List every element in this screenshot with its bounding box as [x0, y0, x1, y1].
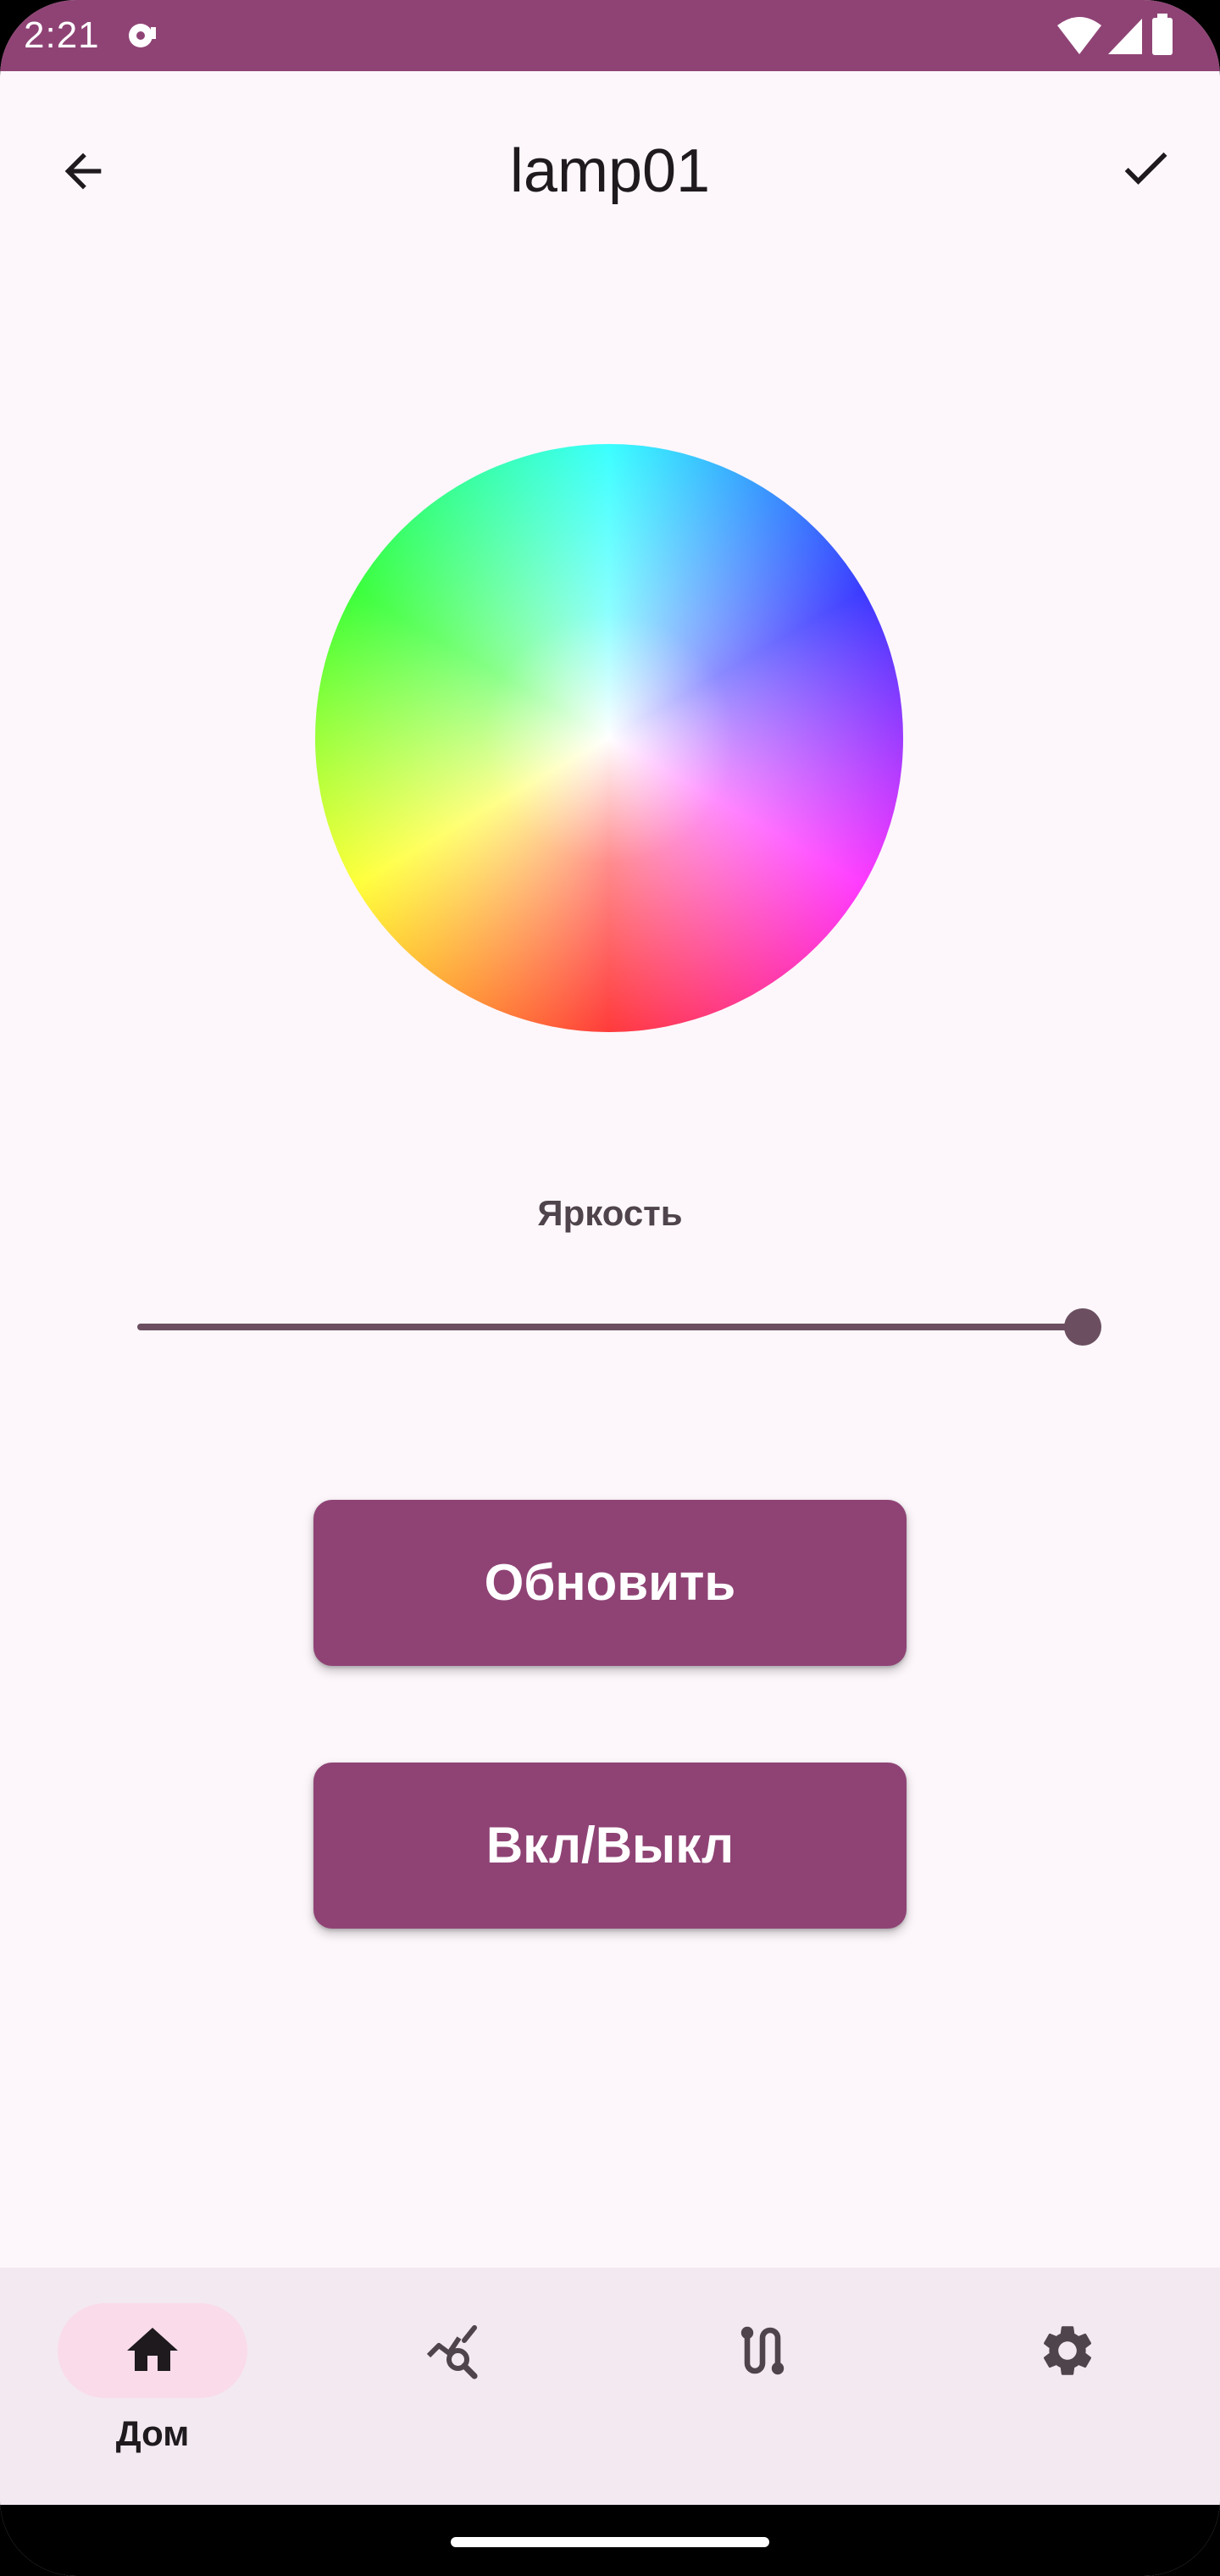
chart-search-icon [426, 2325, 478, 2379]
slider-thumb[interactable] [1064, 1308, 1101, 1346]
brightness-slider[interactable] [137, 1305, 1108, 1349]
media-icon [129, 24, 156, 47]
nav-label-home: Дом [115, 2413, 190, 2453]
nav-item-routes[interactable] [610, 2268, 915, 2505]
color-wheel[interactable] [315, 444, 903, 1032]
gear-icon [1043, 2326, 1092, 2375]
confirm-button[interactable] [1110, 132, 1181, 203]
status-time: 2:21 [24, 14, 100, 56]
color-wheel-saturation [315, 444, 903, 1032]
nav-item-home[interactable]: Дом [0, 2268, 305, 2505]
nav-item-settings[interactable] [915, 2268, 1220, 2505]
update-button[interactable]: Обновить [313, 1500, 907, 1666]
gesture-handle[interactable] [451, 2537, 769, 2547]
system-gesture-area [0, 2505, 1220, 2576]
nav-item-analytics[interactable] [305, 2268, 610, 2505]
route-icon [740, 2326, 785, 2375]
bottom-navigation: Дом [0, 2268, 1220, 2505]
page-title: lamp01 [509, 137, 711, 205]
app-screen: 2:21 lamp01 Яркость Обновить Вкл/Выкл До… [0, 0, 1220, 2576]
signal-icon [1108, 19, 1142, 54]
toggle-power-button[interactable]: Вкл/Выкл [313, 1763, 907, 1929]
home-icon [127, 2328, 178, 2371]
wifi-icon [1057, 17, 1101, 54]
battery-icon [1152, 14, 1173, 55]
status-bar: 2:21 [0, 0, 1220, 71]
slider-track [137, 1324, 1088, 1330]
brightness-label: Яркость [537, 1193, 683, 1233]
check-icon [1124, 152, 1167, 185]
top-app-bar: lamp01 [0, 71, 1220, 261]
